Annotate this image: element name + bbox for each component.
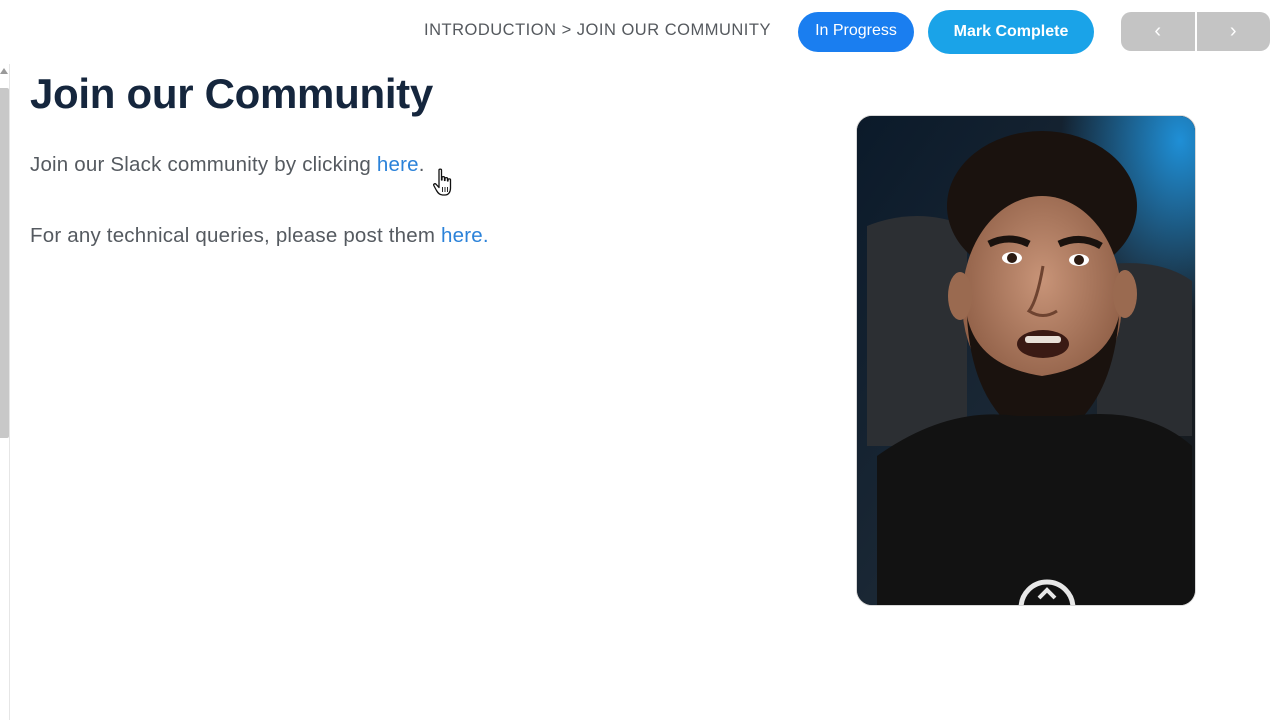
instructor-video[interactable] bbox=[856, 115, 1196, 606]
lesson-page: INTRODUCTION > JOIN OUR COMMUNITY In Pro… bbox=[0, 0, 1280, 720]
previous-lesson-button[interactable]: ‹ bbox=[1121, 12, 1197, 51]
status-badge[interactable]: In Progress bbox=[798, 12, 914, 52]
queries-link[interactable]: here. bbox=[441, 224, 489, 247]
slack-paragraph: Join our Slack community by clicking her… bbox=[30, 153, 425, 177]
breadcrumb: INTRODUCTION > JOIN OUR COMMUNITY bbox=[424, 21, 771, 39]
queries-paragraph: For any technical queries, please post t… bbox=[30, 224, 489, 248]
chevron-left-icon: ‹ bbox=[1154, 20, 1162, 42]
scroll-up-arrow-icon[interactable] bbox=[0, 68, 8, 74]
page-title: Join our Community bbox=[30, 70, 433, 117]
next-lesson-button[interactable]: › bbox=[1197, 12, 1271, 51]
slack-link[interactable]: here bbox=[377, 153, 419, 176]
mark-complete-button[interactable]: Mark Complete bbox=[928, 10, 1094, 54]
queries-text: For any technical queries, please post t… bbox=[30, 224, 442, 247]
slack-suffix: . bbox=[418, 153, 425, 176]
hand-pointer-cursor-icon bbox=[433, 168, 452, 196]
instructor-video-image bbox=[857, 116, 1195, 605]
lesson-navigation: ‹ › bbox=[1121, 12, 1270, 51]
chevron-right-icon: › bbox=[1229, 20, 1237, 42]
slack-text: Join our Slack community by clicking bbox=[30, 153, 377, 176]
scrollbar-thumb[interactable] bbox=[0, 88, 9, 438]
